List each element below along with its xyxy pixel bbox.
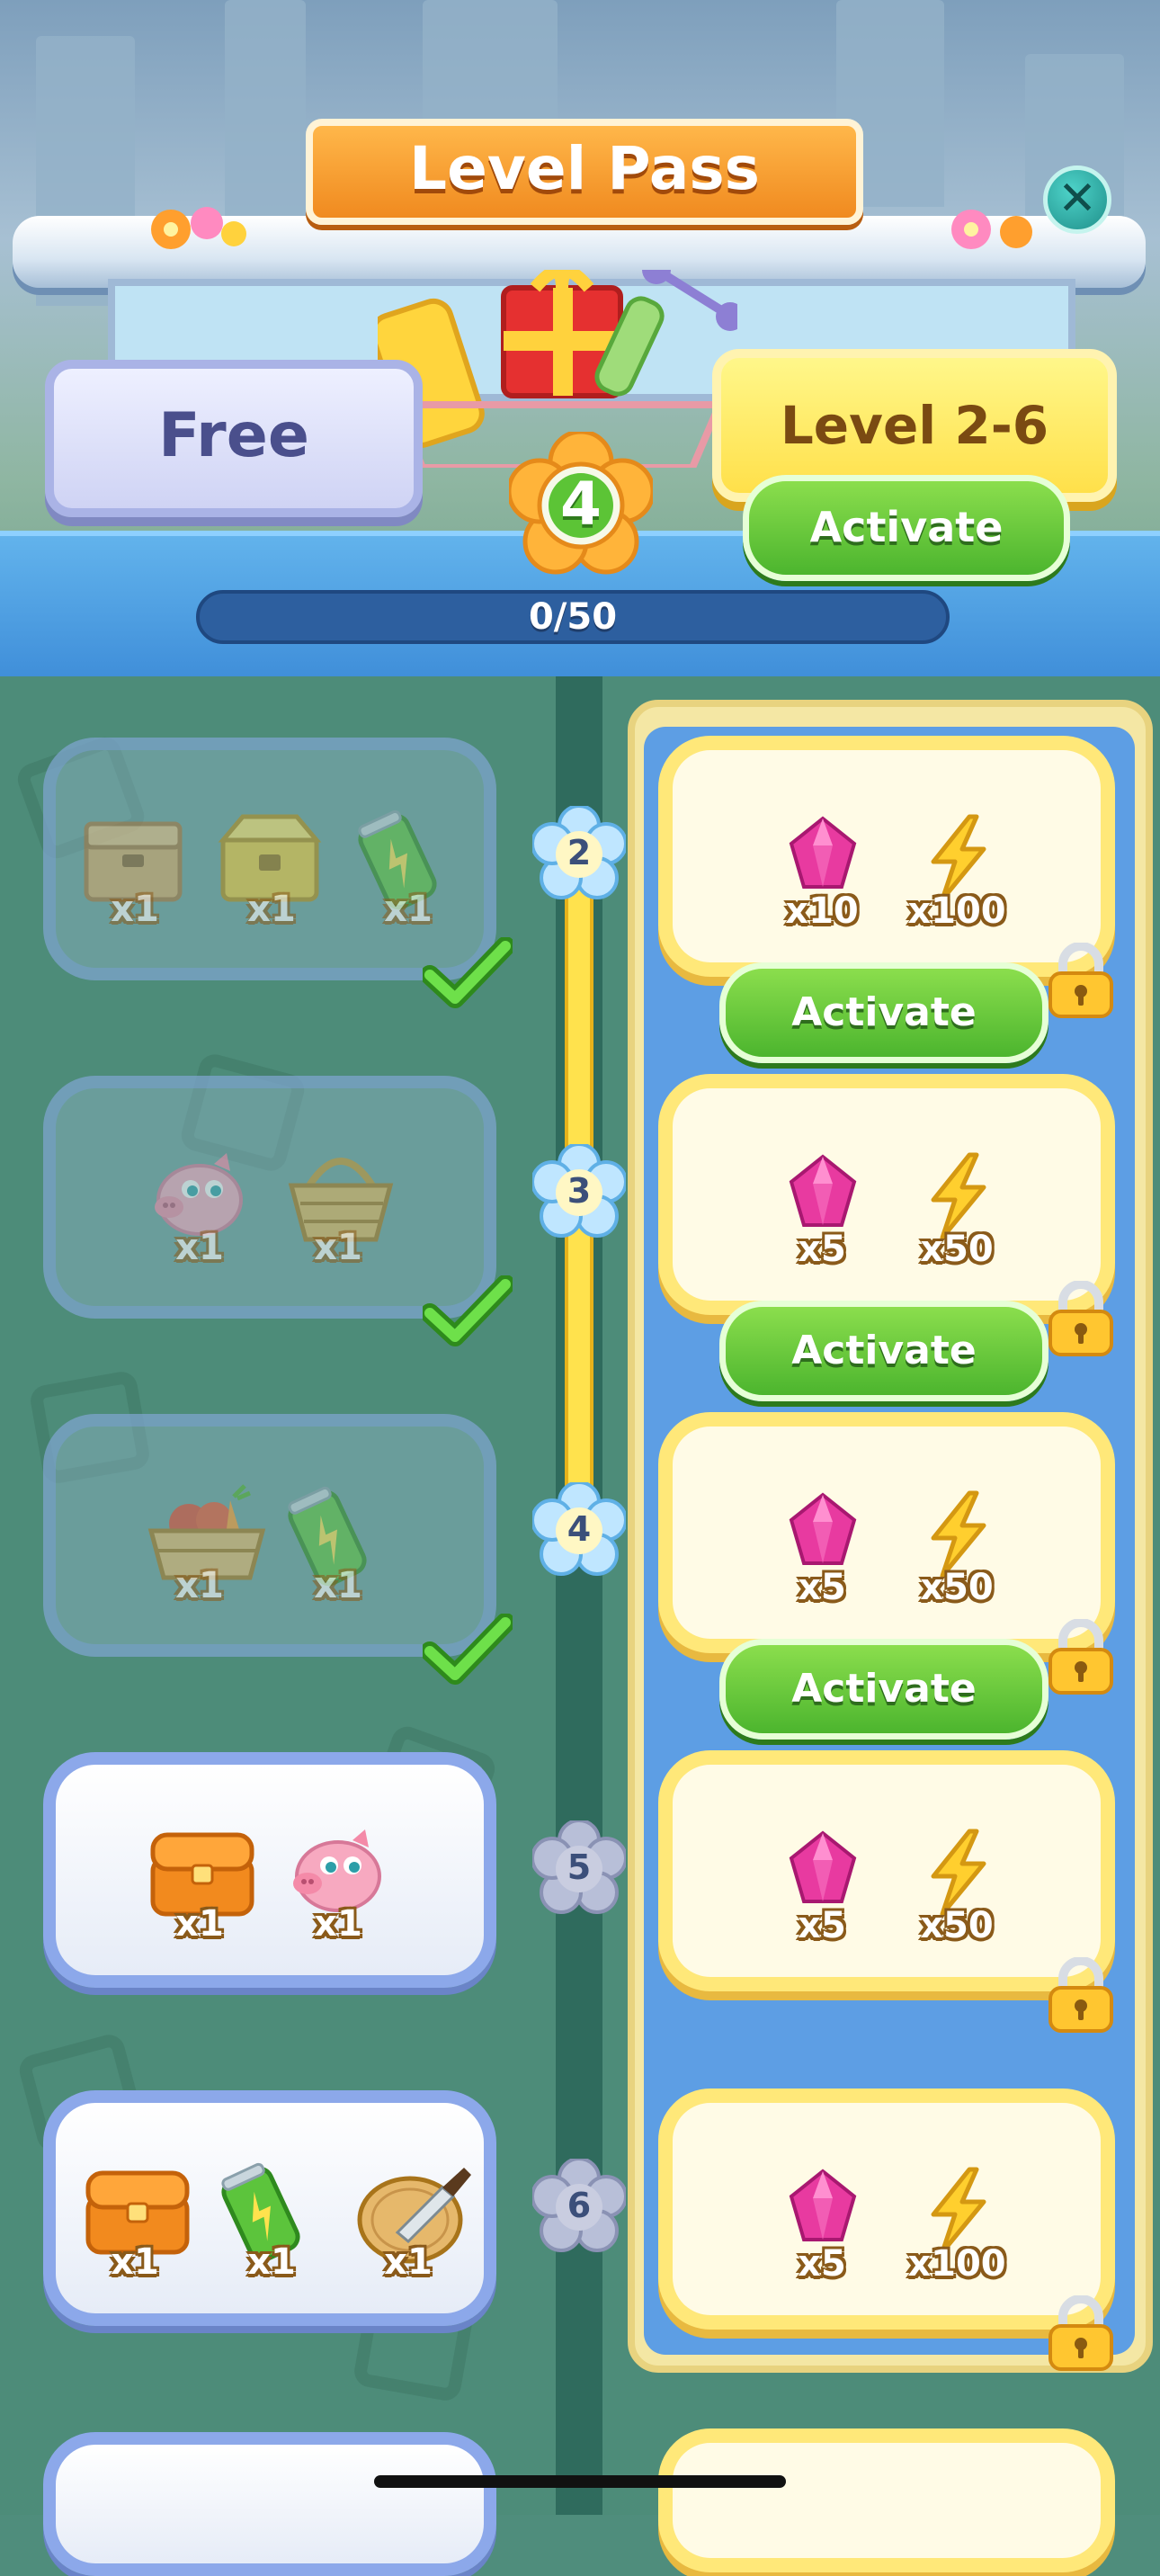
premium-reward-card-partial[interactable]: [658, 2428, 1115, 2572]
item-quantity: x5: [798, 2243, 846, 2285]
item-quantity: x10: [785, 890, 859, 932]
lock-icon: [1045, 1956, 1117, 2033]
close-button[interactable]: ✕: [1043, 165, 1111, 234]
premium-reward-card[interactable]: [658, 736, 1115, 977]
flower-decoration: [135, 198, 261, 261]
claimed-check-icon: [420, 1613, 515, 1686]
item-quantity: x5: [798, 1567, 846, 1608]
level-node-number: 3: [567, 1171, 592, 1211]
item-quantity: x50: [920, 1229, 994, 1270]
row-activate-button[interactable]: Activate: [719, 962, 1048, 1063]
item-quantity: x5: [798, 1229, 846, 1270]
item-quantity: x1: [314, 1565, 362, 1606]
level-node-number: 4: [567, 1509, 592, 1549]
current-level-badge: 4: [506, 429, 656, 576]
current-level-number: 4: [560, 470, 602, 539]
item-quantity: x100: [907, 890, 1006, 932]
item-quantity: x1: [247, 2241, 296, 2283]
level-node-number: 2: [567, 833, 592, 872]
close-icon: ✕: [1057, 172, 1097, 226]
lock-icon: [1045, 1618, 1117, 1695]
item-quantity: x1: [247, 889, 296, 930]
item-quantity: x1: [175, 1565, 224, 1606]
lightning-icon: [917, 1151, 998, 1241]
free-reward-card[interactable]: [43, 1752, 496, 1988]
gem-icon: [782, 813, 863, 903]
gem-icon: [782, 1828, 863, 1918]
item-quantity: x1: [111, 2241, 159, 2283]
progress-text: 0/50: [528, 596, 618, 638]
item-quantity: x50: [920, 1905, 994, 1946]
row-activate-button[interactable]: Activate: [719, 1639, 1048, 1740]
item-quantity: x1: [111, 889, 159, 930]
item-quantity: x100: [907, 2243, 1006, 2285]
gem-icon: [782, 1151, 863, 1241]
item-quantity: x1: [384, 889, 433, 930]
item-quantity: x1: [314, 1903, 362, 1945]
premium-track-label: Level 2-6: [780, 395, 1049, 456]
flower-decoration: [935, 198, 1061, 261]
gem-icon: [782, 1489, 863, 1579]
lightning-icon: [917, 2166, 998, 2256]
item-quantity: x1: [384, 2241, 433, 2283]
item-quantity: x1: [314, 1227, 362, 1268]
header-activate-button[interactable]: Activate: [743, 475, 1070, 581]
claimed-check-icon: [420, 936, 515, 1009]
lightning-icon: [917, 1489, 998, 1579]
item-quantity: x1: [175, 1227, 224, 1268]
level-node-number: 5: [567, 1847, 592, 1887]
gem-icon: [782, 2166, 863, 2256]
premium-reward-card[interactable]: [658, 1750, 1115, 1991]
row-activate-button[interactable]: Activate: [719, 1301, 1048, 1401]
item-quantity: x1: [175, 1903, 224, 1945]
item-quantity: x50: [920, 1567, 994, 1608]
lightning-icon: [917, 813, 998, 903]
premium-reward-card[interactable]: [658, 1412, 1115, 1653]
lock-icon: [1045, 942, 1117, 1018]
home-indicator: [374, 2475, 786, 2488]
premium-reward-card[interactable]: [658, 1074, 1115, 1315]
level-node-number: 6: [567, 2186, 592, 2225]
lightning-icon: [917, 1828, 998, 1918]
free-track-label: Free: [158, 400, 309, 471]
item-quantity: x5: [798, 1905, 846, 1946]
lock-icon: [1045, 1280, 1117, 1356]
page-title: Level Pass: [409, 134, 760, 203]
free-reward-card-partial[interactable]: [43, 2432, 496, 2576]
premium-reward-card[interactable]: [658, 2089, 1115, 2330]
lock-icon: [1045, 2294, 1117, 2371]
claimed-check-icon: [420, 1275, 515, 1347]
